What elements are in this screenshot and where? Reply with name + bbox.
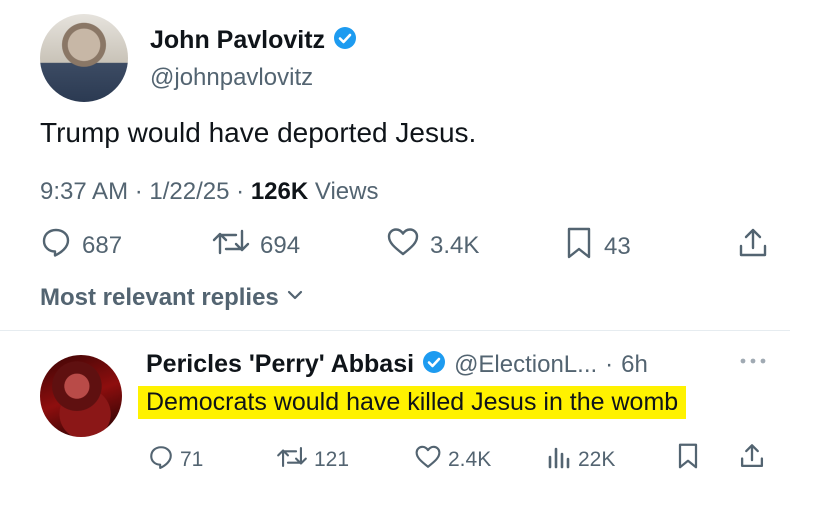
reply-reply-count: 71 [180,448,204,471]
reply-like-button[interactable]: 2.4K [414,444,491,476]
share-icon [738,444,766,474]
reply-share-button[interactable] [738,442,766,475]
verified-badge-icon [422,350,446,379]
repost-button[interactable]: 694 [212,226,300,265]
tweet-time[interactable]: 9:37 AM [40,178,128,205]
reply-author-handle[interactable]: @ElectionL... [454,351,597,379]
divider [0,330,790,331]
reply-author-avatar[interactable] [40,355,122,437]
meta-separator: · [605,350,614,378]
bookmark-count: 43 [604,232,631,260]
meta-separator: · [134,178,150,205]
reply-reply-button[interactable]: 71 [148,444,203,476]
views-count: 126K [250,178,309,205]
heart-icon [386,226,420,265]
reply-repost-count: 121 [314,448,350,471]
bookmark-button[interactable]: 43 [564,226,631,267]
more-options-icon [738,354,768,371]
analytics-icon [546,444,572,476]
author-handle[interactable]: @johnpavlovitz [150,64,313,92]
verified-badge-icon [333,26,357,55]
heart-icon [414,444,442,476]
author-avatar[interactable] [40,14,128,102]
reply-author-name[interactable]: Pericles 'Perry' Abbasi [146,350,414,379]
tweet-meta: 9:37 AM · 1/22/25 · 126K Views [40,178,378,206]
repost-count: 694 [260,231,301,259]
share-button[interactable] [736,226,770,265]
share-icon [736,228,770,264]
reply-views-button[interactable]: 22K [546,444,615,476]
author-name[interactable]: John Pavlovitz [150,26,325,55]
like-count: 3.4K [430,231,480,259]
reply-header: Pericles 'Perry' Abbasi @ElectionL... · … [146,350,648,379]
chevron-down-icon [285,284,305,312]
repost-icon [212,226,250,265]
bookmark-icon [676,443,700,474]
meta-separator: · [236,178,251,205]
more-options-button[interactable] [738,354,768,372]
reply-bookmark-button[interactable] [676,442,700,475]
tweet-text: Trump would have deported Jesus. [40,117,477,148]
author-name-row: John Pavlovitz [150,26,357,55]
repost-icon [276,444,308,476]
reply-like-count: 2.4K [448,448,492,471]
reply-icon [148,444,174,476]
reply-icon [40,226,72,265]
replies-sort-label: Most relevant replies [40,284,279,311]
like-button[interactable]: 3.4K [386,226,479,265]
reply-text: Democrats would have killed Jesus in the… [138,386,687,419]
reply-count: 687 [82,231,123,259]
reply-age[interactable]: 6h [621,351,648,379]
bookmark-icon [564,226,594,267]
views-label: Views [314,178,379,205]
reply-button[interactable]: 687 [40,226,122,265]
replies-sort-dropdown[interactable]: Most relevant replies [40,284,305,312]
reply-repost-button[interactable]: 121 [276,444,349,476]
reply-views-count: 22K [578,448,616,471]
tweet-date[interactable]: 1/22/25 [149,178,229,205]
